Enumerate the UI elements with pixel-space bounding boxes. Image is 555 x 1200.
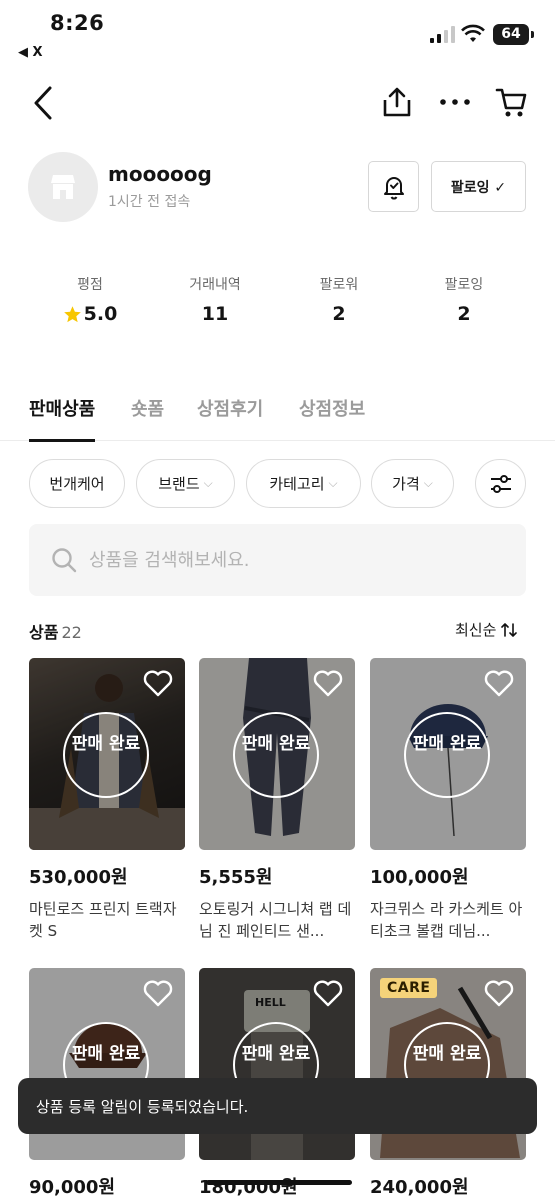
chip-label: 카테고리 (269, 475, 325, 493)
filter-category-chip[interactable]: 카테고리 ⌵ (246, 459, 361, 508)
sold-badge: 판매 완료 (404, 712, 490, 798)
stat-transactions[interactable]: 거래내역 11 (155, 274, 275, 325)
shop-name: mooooog (108, 162, 212, 186)
last-seen: 1시간 전 접속 (108, 194, 191, 210)
product-price: 5,555원 (199, 867, 273, 888)
settings-sliders-icon (490, 474, 511, 493)
battery-indicator: 64 (493, 24, 534, 45)
filter-settings-button[interactable] (475, 459, 526, 508)
status-time: 8:26 (50, 11, 105, 35)
product-price: 180,000원 (199, 1177, 298, 1198)
products-count-value: 22 (61, 623, 82, 642)
home-indicator[interactable] (206, 1180, 352, 1185)
sold-badge: 판매 완료 (63, 712, 149, 798)
back-to-app-link[interactable]: ◀ X (18, 45, 43, 60)
chip-label: 브랜드 (158, 475, 200, 493)
sort-icon (501, 622, 518, 637)
toast-message: 상품 등록 알림이 등록되었습니다. (36, 1097, 249, 1116)
shop-stats: 평점 5.0 거래내역 11 팔로워 2 팔로잉 2 (0, 274, 555, 334)
product-card[interactable]: 판매 완료 530,000원 마틴로즈 프린지 트랙자켓 S (29, 658, 185, 942)
chevron-down-icon: ⌵ (328, 476, 338, 490)
products-count: 상품 22 (29, 619, 82, 643)
sort-label: 최신순 (455, 621, 497, 639)
store-icon (51, 175, 75, 199)
product-price: 90,000원 (29, 1177, 116, 1198)
care-badge: CARE (380, 978, 438, 998)
following-button[interactable]: 팔로잉 ✓ (431, 161, 526, 212)
chip-label: 가격 (392, 475, 420, 493)
share-icon[interactable] (380, 86, 414, 118)
product-image: 판매 완료 (199, 658, 355, 850)
stat-label: 팔로잉 (444, 277, 484, 293)
product-image: 판매 완료 (29, 658, 185, 850)
tab-shop-info[interactable]: 상점정보 (299, 395, 365, 441)
chevron-down-icon: ⌵ (423, 476, 433, 490)
filter-price-chip[interactable]: 가격 ⌵ (371, 459, 454, 508)
status-bar: 8:26 ◀ X 64 (0, 0, 555, 72)
product-price: 530,000원 (29, 867, 128, 888)
signal-icon (430, 26, 455, 43)
stat-rating: 평점 5.0 (30, 274, 150, 325)
product-title: 자크뮈스 라 카스케트 아티초크 볼캡 데님... (370, 900, 523, 940)
chip-label: 번개케어 (49, 475, 105, 493)
heart-icon[interactable] (484, 980, 514, 1007)
stat-value: 5.0 (83, 303, 118, 325)
products-label: 상품 (29, 623, 59, 642)
heart-icon[interactable] (313, 980, 343, 1007)
tab-products[interactable]: 판매상품 (29, 395, 96, 442)
wifi-icon (461, 24, 485, 42)
notification-bell-button[interactable] (368, 161, 419, 212)
filter-care-chip[interactable]: 번개케어 (29, 459, 125, 508)
product-price: 100,000원 (370, 867, 469, 888)
bell-check-icon (383, 176, 404, 199)
heart-icon[interactable] (143, 670, 173, 697)
heart-icon[interactable] (484, 670, 514, 697)
product-card[interactable]: 판매 완료 5,555원 오토링거 시그니쳐 랩 데님 진 페인티드 샌... (199, 658, 355, 942)
star-icon (63, 305, 81, 322)
product-image: 판매 완료 (370, 658, 526, 850)
stat-label: 평점 (77, 277, 103, 293)
stat-value: 11 (201, 303, 229, 325)
shop-tabs: 판매상품 숏폼 상점후기 상점정보 (0, 395, 555, 442)
tab-reviews[interactable]: 상점후기 (197, 395, 263, 441)
stat-label: 거래내역 (189, 277, 241, 293)
product-search (29, 524, 526, 596)
tab-shortform[interactable]: 숏폼 (131, 395, 164, 441)
back-arrow-icon[interactable] (28, 84, 60, 122)
more-icon[interactable] (438, 90, 472, 114)
sort-dropdown[interactable]: 최신순 (455, 619, 518, 640)
product-price: 240,000원 (370, 1177, 469, 1198)
stat-value: 2 (332, 303, 346, 325)
chevron-down-icon: ⌵ (203, 476, 213, 490)
heart-icon[interactable] (143, 980, 173, 1007)
stat-following[interactable]: 팔로잉 2 (404, 274, 524, 325)
toast-notification: 상품 등록 알림이 등록되었습니다. (18, 1078, 537, 1134)
filter-brand-chip[interactable]: 브랜드 ⌵ (136, 459, 235, 508)
product-title: 오토링거 시그니쳐 랩 데님 진 페인티드 샌... (199, 900, 352, 940)
stat-label: 팔로워 (319, 277, 359, 293)
product-title: 마틴로즈 프린지 트랙자켓 S (29, 900, 177, 940)
heart-icon[interactable] (313, 670, 343, 697)
stat-value: 2 (457, 303, 471, 325)
product-card[interactable]: 판매 완료 100,000원 자크뮈스 라 카스케트 아티초크 볼캡 데님... (370, 658, 526, 942)
sold-badge: 판매 완료 (233, 712, 319, 798)
cart-icon[interactable] (495, 86, 529, 118)
avatar[interactable] (28, 152, 98, 222)
search-input[interactable] (89, 549, 489, 571)
stat-followers[interactable]: 팔로워 2 (279, 274, 399, 325)
search-icon (52, 548, 77, 573)
